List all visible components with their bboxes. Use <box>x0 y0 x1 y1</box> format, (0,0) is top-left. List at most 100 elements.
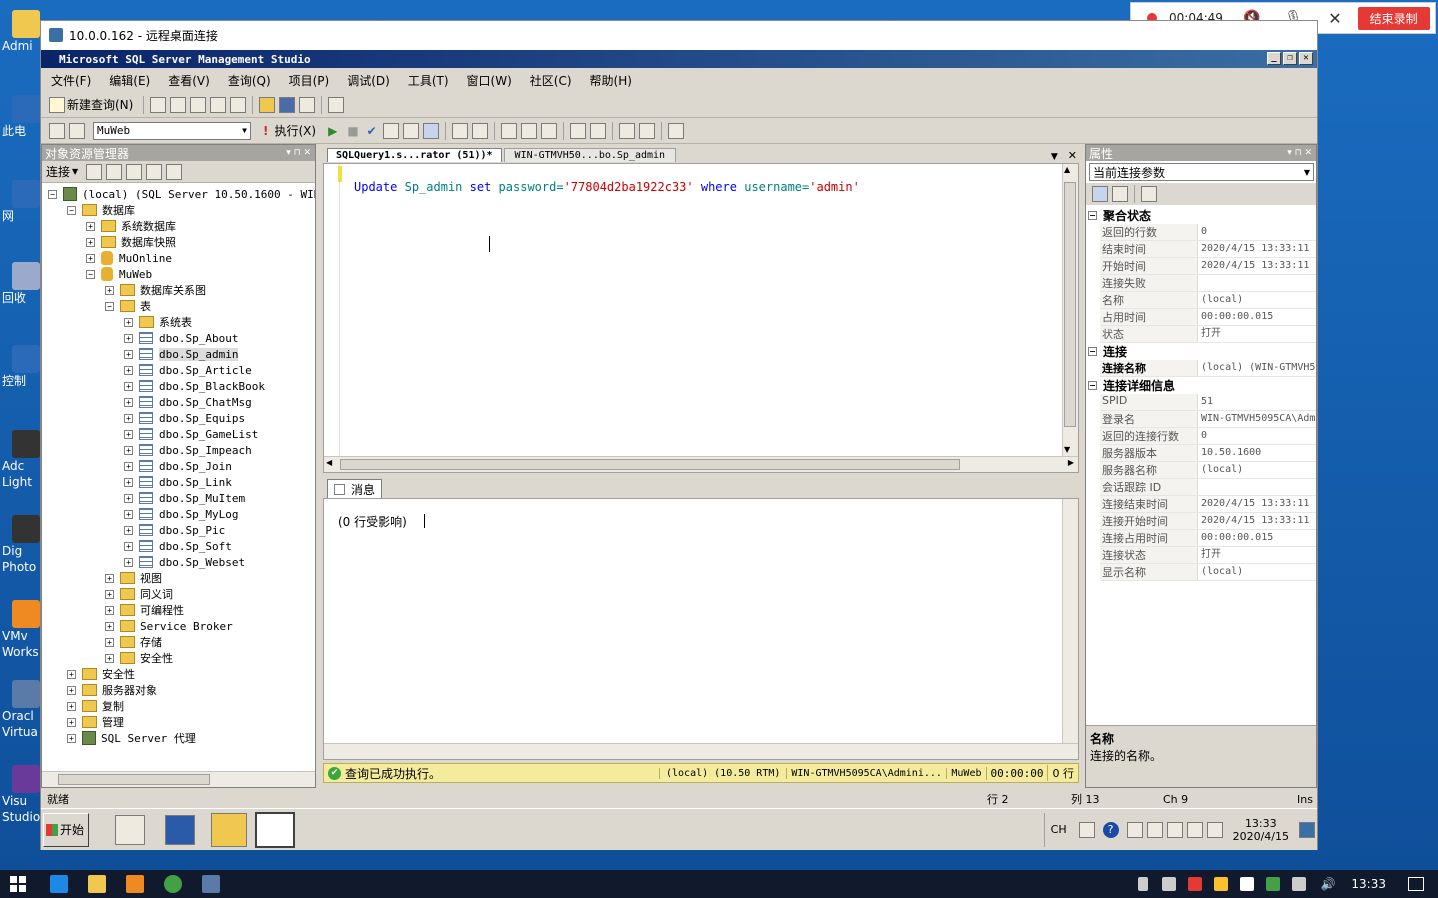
expand-icon[interactable]: + <box>124 461 133 471</box>
tree-node[interactable]: + dbo.Sp_Webset <box>124 554 245 570</box>
tree-node[interactable]: + dbo.Sp_Impeach <box>124 442 252 458</box>
collapse-icon[interactable]: − <box>1088 381 1097 390</box>
tree-node[interactable]: + 数据库关系图 <box>105 282 206 298</box>
expand-icon[interactable]: + <box>67 717 76 727</box>
menu-item[interactable]: 社区(C) <box>530 72 572 89</box>
show-desktop-icon[interactable] <box>1299 821 1315 838</box>
results-to-grid-icon[interactable] <box>422 122 439 139</box>
change-connection-icon[interactable] <box>69 122 85 139</box>
menu-item[interactable]: 项目(P) <box>289 72 330 89</box>
editor-horizontal-scrollbar[interactable]: ◀ ▶ <box>324 456 1078 472</box>
tab-close-icon[interactable]: ✕ <box>1068 149 1077 162</box>
powershell-icon[interactable] <box>165 814 195 845</box>
mic-tray-icon[interactable] <box>1138 877 1149 891</box>
collapse-icon[interactable]: − <box>105 301 114 311</box>
minimize-button[interactable]: _ <box>1267 52 1281 65</box>
tree-node[interactable]: + 系统数据库 <box>86 218 176 234</box>
expand-icon[interactable]: + <box>124 429 133 439</box>
mdx-query-icon[interactable] <box>210 96 227 113</box>
start-button[interactable]: 开始 <box>43 812 89 847</box>
desktop-icon[interactable]: Admi <box>2 10 42 54</box>
categorized-icon[interactable] <box>1092 186 1108 202</box>
expand-icon[interactable]: + <box>124 477 133 487</box>
stop-record-button[interactable]: 结束录制 <box>1357 6 1430 30</box>
expand-icon[interactable]: + <box>86 237 95 247</box>
server-manager-icon[interactable] <box>115 814 145 845</box>
collapse-icon[interactable]: − <box>67 205 76 215</box>
open-file-icon[interactable] <box>259 96 276 113</box>
expand-icon[interactable]: + <box>105 285 114 295</box>
tree-node[interactable]: + dbo.Sp_ChatMsg <box>124 394 252 410</box>
language-indicator[interactable]: CH <box>1051 823 1067 836</box>
messages-vertical-scrollbar[interactable] <box>1062 499 1078 743</box>
keyboard-icon[interactable] <box>1078 821 1095 838</box>
desktop-icon[interactable]: Oracl Virtua <box>2 680 42 740</box>
restore-button[interactable]: ❐ <box>1283 52 1297 65</box>
execute-button[interactable]: 执行(X) <box>274 122 316 139</box>
results-to-text-icon[interactable] <box>500 122 517 139</box>
property-pages-icon[interactable] <box>1141 186 1157 202</box>
property-row[interactable]: 显示名称 (local) <box>1100 564 1316 581</box>
help-icon[interactable]: ? <box>1102 821 1119 838</box>
tree-node[interactable]: − (local) (SQL Server 10.50.1600 - WIN-G <box>48 186 315 202</box>
tree-node[interactable]: + 可编程性 <box>105 602 184 618</box>
results-to-grid2-icon[interactable] <box>520 122 537 139</box>
property-row[interactable]: 结束时间 2020/4/15 13:33:11 <box>1100 241 1316 258</box>
qq-tray-icon-2[interactable] <box>1214 877 1229 891</box>
property-row[interactable]: 登录名 WIN-GTMVH5095CA\Adm <box>1100 411 1316 428</box>
desktop-icon[interactable]: 此电 <box>2 95 42 139</box>
pin-icon[interactable]: ▾ ⊓ ✕ <box>1287 148 1312 158</box>
menu-item[interactable]: 查询(Q) <box>228 72 271 89</box>
disconnect-icon[interactable] <box>106 163 123 180</box>
tree-node[interactable]: + Service Broker <box>105 618 233 634</box>
property-row[interactable]: 服务器版本 10.50.1600 <box>1100 445 1316 462</box>
expand-icon[interactable]: + <box>124 349 133 359</box>
results-to-file-icon[interactable] <box>540 122 557 139</box>
alphabetical-icon[interactable] <box>1112 186 1128 202</box>
app-icon[interactable] <box>126 875 144 893</box>
edge-icon[interactable] <box>50 875 68 893</box>
network-icon[interactable] <box>1126 821 1143 838</box>
sound-mute-icon[interactable] <box>1206 821 1223 838</box>
security-icon[interactable] <box>1146 821 1163 838</box>
expand-icon[interactable]: + <box>124 493 133 503</box>
expand-icon[interactable]: + <box>124 413 133 423</box>
desktop-icon[interactable]: 网 <box>2 180 42 224</box>
property-row[interactable]: 连接失败 <box>1100 275 1316 292</box>
xml-query-icon[interactable] <box>230 96 247 113</box>
qq-tray-icon[interactable] <box>1188 877 1203 891</box>
refresh-icon[interactable] <box>166 163 183 180</box>
property-row[interactable]: 会话跟踪 ID <box>1100 479 1316 496</box>
desktop-icon[interactable]: Adc Light <box>2 430 42 490</box>
tree-node[interactable]: + MuOnline <box>86 250 172 266</box>
connect-dropdown[interactable]: 连接 <box>46 163 70 180</box>
chrome-icon[interactable] <box>164 875 182 893</box>
messages-text[interactable]: (0 行受影响) <box>338 513 407 530</box>
tree-node[interactable]: + 管理 <box>67 714 124 730</box>
property-row[interactable]: 开始时间 2020/4/15 13:33:11 <box>1100 258 1316 275</box>
tab-list-icon[interactable]: ▼ <box>1051 152 1058 162</box>
tree-horizontal-scrollbar[interactable] <box>42 771 315 787</box>
connect-object-icon[interactable] <box>86 163 103 180</box>
tree-node[interactable]: + dbo.Sp_Link <box>124 474 232 490</box>
expand-icon[interactable]: + <box>124 525 133 535</box>
menu-item[interactable]: 文件(F) <box>51 72 91 89</box>
database-select[interactable]: MuWeb ▼ <box>93 121 251 140</box>
collapse-icon[interactable]: − <box>86 269 95 279</box>
property-row[interactable]: 占用时间 00:00:00.015 <box>1100 309 1316 326</box>
expand-icon[interactable]: + <box>124 509 133 519</box>
editor-vertical-scrollbar[interactable]: ▲ ▼ <box>1062 164 1078 456</box>
expand-icon[interactable]: + <box>105 621 114 631</box>
expand-icon[interactable]: + <box>105 605 114 615</box>
network-tray-icon[interactable] <box>1292 877 1307 891</box>
messages-horizontal-scrollbar[interactable] <box>324 743 1078 759</box>
tree-node[interactable]: + 数据库快照 <box>86 234 176 250</box>
close-button[interactable]: ✕ <box>1299 52 1313 65</box>
collapse-icon[interactable]: − <box>48 189 57 199</box>
desktop-icon[interactable]: Dig Photo <box>2 515 42 575</box>
property-category[interactable]: − 聚合状态 <box>1088 207 1316 224</box>
tree-node[interactable]: + 存储 <box>105 634 162 650</box>
tree-node[interactable]: + 安全性 <box>105 650 173 666</box>
debug-icon[interactable]: ▶ <box>328 124 337 138</box>
tree-node[interactable]: + dbo.Sp_Soft <box>124 538 232 554</box>
